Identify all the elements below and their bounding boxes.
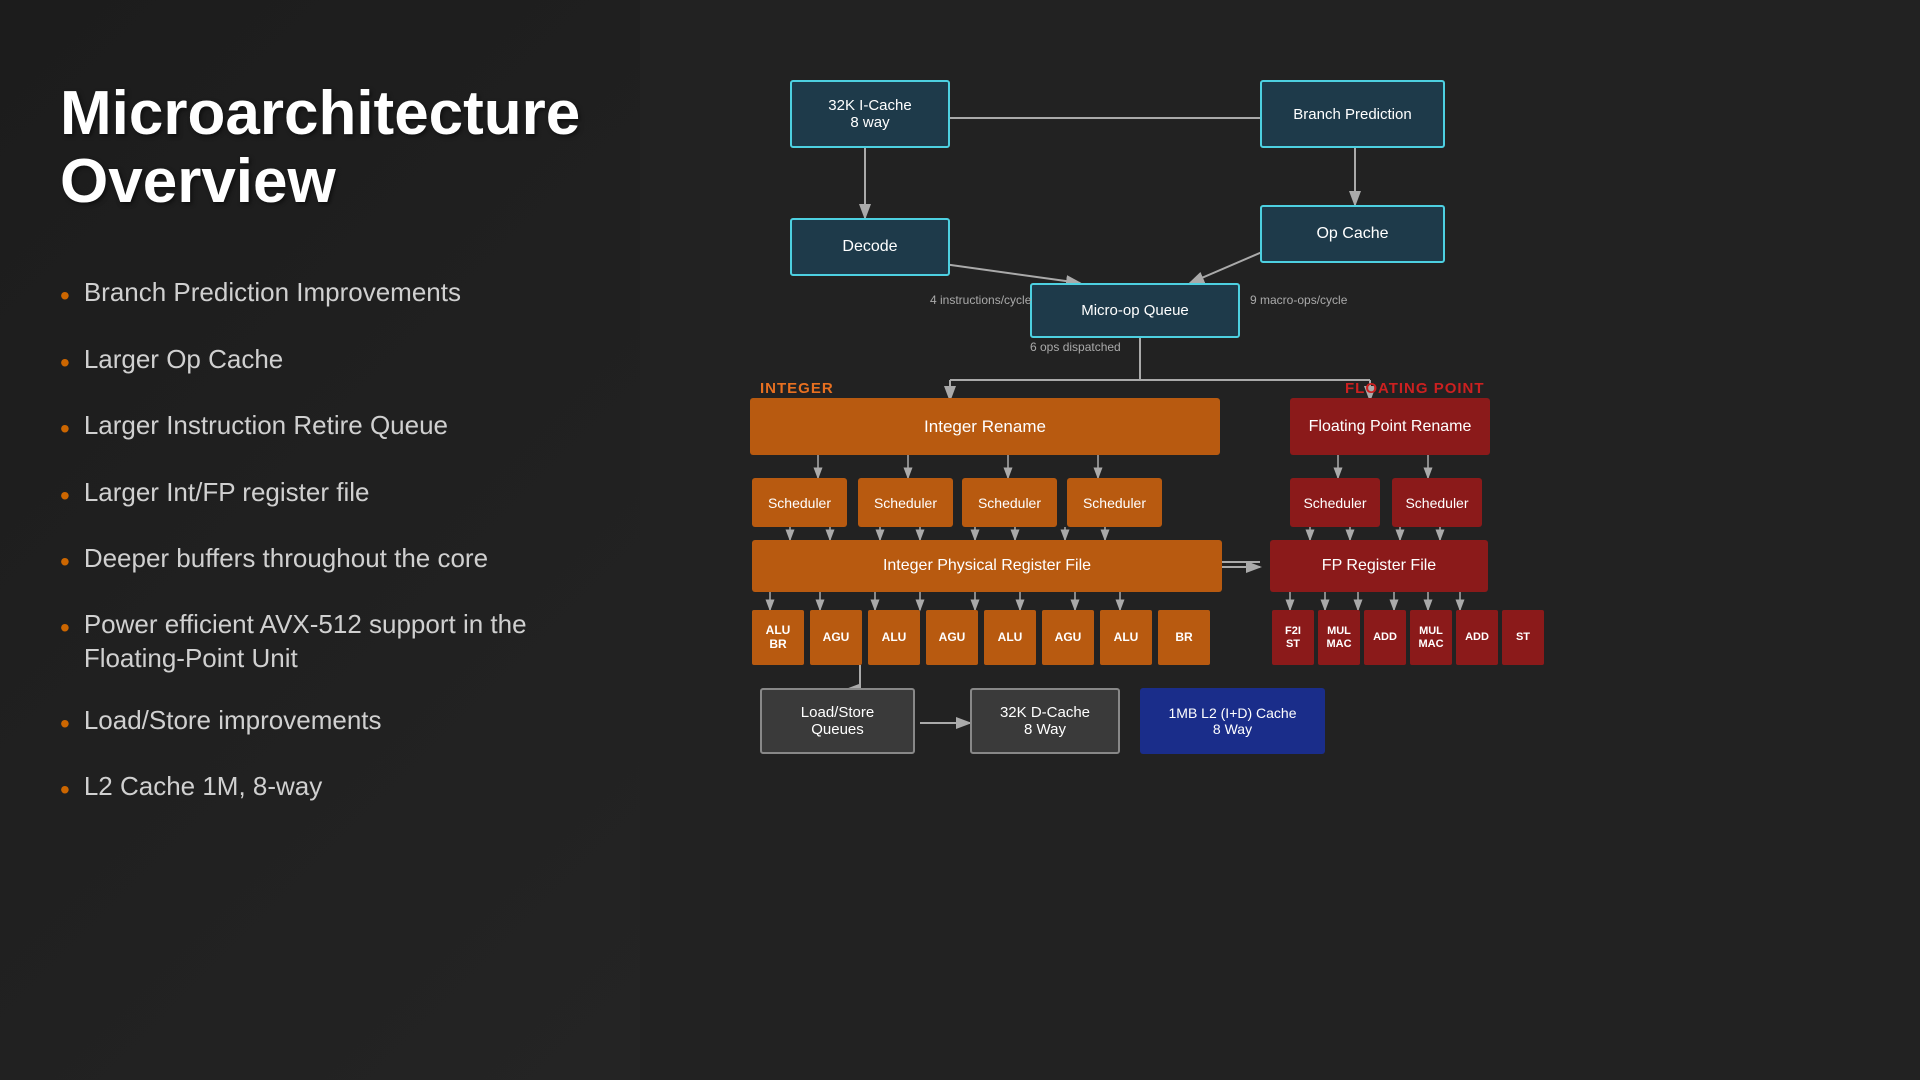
bullet-dot: • — [60, 411, 70, 447]
exec-alu-3: ALU — [1100, 610, 1152, 665]
l2cache-box: 1MB L2 (I+D) Cache8 Way — [1140, 688, 1325, 754]
diagram: 32K I-Cache8 way Branch Prediction Decod… — [690, 40, 1870, 1040]
right-panel: 32K I-Cache8 way Branch Prediction Decod… — [640, 0, 1920, 1080]
exec-agu-2: AGU — [926, 610, 978, 665]
bullet-dot: • — [60, 345, 70, 381]
int-rename-box: Integer Rename — [750, 398, 1220, 455]
bullet-text: Larger Int/FP register file — [84, 476, 370, 510]
op-cache-box: Op Cache — [1260, 205, 1445, 263]
int-scheduler-4: Scheduler — [1067, 478, 1162, 527]
branch-pred-label: Branch Prediction — [1293, 106, 1411, 123]
bullet-text: Deeper buffers throughout the core — [84, 542, 488, 576]
instructions-cycle-label: 4 instructions/cycle — [930, 293, 1031, 307]
bullet-text: Branch Prediction Improvements — [84, 276, 461, 310]
exec-f2i-st: F2IST — [1272, 610, 1314, 665]
list-item: • Larger Op Cache — [60, 343, 580, 381]
bullet-dot: • — [60, 478, 70, 514]
bullet-text: Larger Op Cache — [84, 343, 283, 377]
bullet-text: Power efficient AVX-512 support in the F… — [84, 608, 580, 676]
left-panel: Microarchitecture Overview • Branch Pred… — [0, 0, 640, 1080]
bullet-dot: • — [60, 610, 70, 646]
exec-st: ST — [1502, 610, 1544, 665]
fp-rename-box: Floating Point Rename — [1290, 398, 1490, 455]
exec-add-1: ADD — [1364, 610, 1406, 665]
dcache-box: 32K D-Cache8 Way — [970, 688, 1120, 754]
macro-ops-label: 9 macro-ops/cycle — [1250, 293, 1347, 307]
branch-pred-box: Branch Prediction — [1260, 80, 1445, 148]
list-item: • Larger Int/FP register file — [60, 476, 580, 514]
bullet-dot: • — [60, 544, 70, 580]
bullet-dot: • — [60, 772, 70, 808]
bullet-text: L2 Cache 1M, 8-way — [84, 770, 322, 804]
exec-mul-mac-1: MULMAC — [1318, 610, 1360, 665]
page-title: Microarchitecture Overview — [60, 80, 580, 216]
fp-regfile-box: FP Register File — [1270, 540, 1488, 592]
int-scheduler-1: Scheduler — [752, 478, 847, 527]
exec-alu-1: ALU — [868, 610, 920, 665]
bullet-dot: • — [60, 706, 70, 742]
ops-dispatched-label: 6 ops dispatched — [1030, 340, 1121, 354]
list-item: • Deeper buffers throughout the core — [60, 542, 580, 580]
int-scheduler-3: Scheduler — [962, 478, 1057, 527]
icache-box: 32K I-Cache8 way — [790, 80, 950, 148]
list-item: • Power efficient AVX-512 support in the… — [60, 608, 580, 676]
int-regfile-box: Integer Physical Register File — [752, 540, 1222, 592]
list-item: • Larger Instruction Retire Queue — [60, 409, 580, 447]
uop-queue-box: Micro-op Queue — [1030, 283, 1240, 338]
integer-section-label: INTEGER — [760, 380, 834, 397]
decode-box: Decode — [790, 218, 950, 276]
fp-scheduler-2: Scheduler — [1392, 478, 1482, 527]
exec-br: BR — [1158, 610, 1210, 665]
bullet-dot: • — [60, 278, 70, 314]
loadstore-box: Load/StoreQueues — [760, 688, 915, 754]
list-item: • L2 Cache 1M, 8-way — [60, 770, 580, 808]
exec-agu-3: AGU — [1042, 610, 1094, 665]
exec-mul-mac-2: MULMAC — [1410, 610, 1452, 665]
exec-alu-br: ALUBR — [752, 610, 804, 665]
exec-alu-2: ALU — [984, 610, 1036, 665]
bullet-text: Load/Store improvements — [84, 704, 382, 738]
int-scheduler-2: Scheduler — [858, 478, 953, 527]
list-item: • Load/Store improvements — [60, 704, 580, 742]
fp-section-label: FLOATING POINT — [1345, 380, 1485, 397]
list-item: • Branch Prediction Improvements — [60, 276, 580, 314]
exec-add-2: ADD — [1456, 610, 1498, 665]
bullet-text: Larger Instruction Retire Queue — [84, 409, 448, 443]
exec-agu-1: AGU — [810, 610, 862, 665]
bullet-list: • Branch Prediction Improvements • Large… — [60, 276, 580, 836]
fp-scheduler-1: Scheduler — [1290, 478, 1380, 527]
